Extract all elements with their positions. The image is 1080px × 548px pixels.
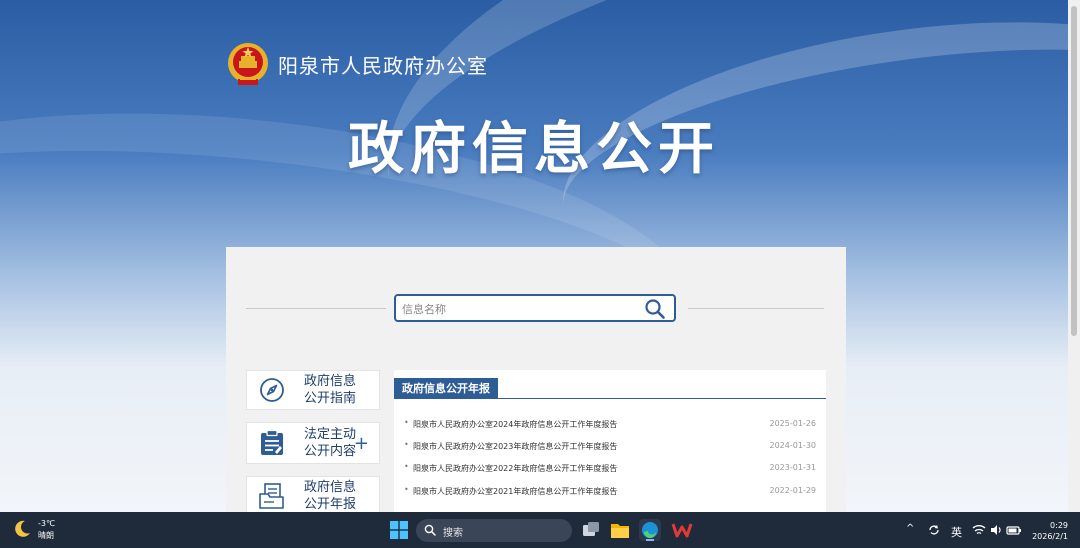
bullet-icon: • <box>404 485 409 494</box>
search-divider-right <box>688 308 824 309</box>
list-item-title[interactable]: 阳泉市人民政府办公室2024年政府信息公开工作年度报告 <box>413 419 617 430</box>
clock-time: 0:29 <box>1050 521 1068 530</box>
folder-document-icon <box>259 483 284 509</box>
expand-plus-icon[interactable]: + <box>354 433 369 454</box>
clipboard-list-icon <box>261 429 283 455</box>
list-item[interactable]: • 阳泉市人民政府办公室2021年政府信息公开工作年度报告 2022-01-29 <box>404 485 816 499</box>
content-panel: 政府信息公开指南 法定主动公开内容 + <box>226 247 846 512</box>
weather-temperature: -3℃ <box>38 519 55 528</box>
vertical-scrollbar[interactable] <box>1068 0 1080 512</box>
list-item-title[interactable]: 阳泉市人民政府办公室2023年政府信息公开工作年度报告 <box>413 441 617 452</box>
taskbar-search[interactable]: 搜索 <box>416 519 572 542</box>
search-divider-left <box>246 308 386 309</box>
system-clock[interactable]: 0:29 2026/2/1 <box>1032 520 1068 542</box>
list-item-date: 2025-01-26 <box>769 419 817 428</box>
input-method-indicator[interactable]: 英 <box>951 524 962 540</box>
list-item-title[interactable]: 阳泉市人民政府办公室2022年政府信息公开工作年度报告 <box>413 463 617 474</box>
battery-icon[interactable] <box>1006 523 1022 537</box>
list-item-date: 2022-01-29 <box>769 486 817 495</box>
compass-icon <box>260 378 284 402</box>
site-name: 阳泉市人民政府办公室 <box>278 53 488 78</box>
windows-start-icon[interactable] <box>390 521 408 539</box>
list-item[interactable]: • 阳泉市人民政府办公室2024年政府信息公开工作年度报告 2025-01-26 <box>404 418 816 432</box>
wifi-icon[interactable] <box>972 523 986 537</box>
sidebar-item-active-disclosure[interactable]: 法定主动公开内容 + <box>246 422 380 464</box>
annual-report-list: 政府信息公开年报 • 阳泉市人民政府办公室2024年政府信息公开工作年度报告 2… <box>394 370 826 512</box>
sidebar-item-label: 政府信息公开年报 <box>304 480 357 512</box>
search-icon[interactable] <box>644 298 666 320</box>
wps-office-icon[interactable] <box>671 519 693 541</box>
tab-underline <box>394 398 826 399</box>
sidebar-item-label: 政府信息公开指南 <box>304 374 357 406</box>
bullet-icon: • <box>404 440 409 449</box>
taskbar: -3℃ 晴朗 搜索 ^ 英 0:29 2026/2/1 <box>0 512 1080 548</box>
list-item-date: 2024-01-30 <box>769 441 817 450</box>
task-view-icon[interactable] <box>580 519 602 541</box>
scrollbar-thumb[interactable] <box>1071 6 1077 336</box>
sidebar-item-guide[interactable]: 政府信息公开指南 <box>246 370 380 410</box>
edge-browser-icon[interactable] <box>639 519 661 541</box>
sidebar-item-annual-report[interactable]: 政府信息公开年报 <box>246 476 380 512</box>
clock-date: 2026/2/1 <box>1032 532 1068 541</box>
taskbar-search-label: 搜索 <box>443 528 463 539</box>
list-item-date: 2023-01-31 <box>769 463 817 472</box>
bullet-icon: • <box>404 418 409 427</box>
search-input[interactable] <box>402 299 632 319</box>
chevron-up-icon[interactable]: ^ <box>906 523 914 534</box>
list-item[interactable]: • 阳泉市人民政府办公室2023年政府信息公开工作年度报告 2024-01-30 <box>404 440 816 454</box>
site-brand[interactable]: 阳泉市人民政府办公室 <box>226 40 488 88</box>
national-emblem-icon <box>228 43 268 85</box>
search-box <box>394 294 676 322</box>
volume-icon[interactable] <box>989 523 1003 537</box>
weather-widget[interactable]: -3℃ 晴朗 <box>12 518 55 542</box>
tab-annual-report[interactable]: 政府信息公开年报 <box>394 378 498 399</box>
list-item[interactable]: • 阳泉市人民政府办公室2022年政府信息公开工作年度报告 2023-01-31 <box>404 462 816 476</box>
weather-description: 晴朗 <box>38 531 54 540</box>
browser-viewport: 阳泉市人民政府办公室 政府信息公开 政府信息公开指南 <box>0 0 1080 512</box>
bullet-icon: • <box>404 462 409 471</box>
search-icon <box>424 524 436 536</box>
page-banner: 阳泉市人民政府办公室 政府信息公开 政府信息公开指南 <box>0 0 1068 512</box>
list-item-title[interactable]: 阳泉市人民政府办公室2021年政府信息公开工作年度报告 <box>413 486 617 497</box>
hero-title: 政府信息公开 <box>348 117 720 182</box>
file-explorer-icon[interactable] <box>609 519 631 541</box>
sync-icon[interactable] <box>927 523 941 537</box>
moon-icon <box>15 520 30 537</box>
